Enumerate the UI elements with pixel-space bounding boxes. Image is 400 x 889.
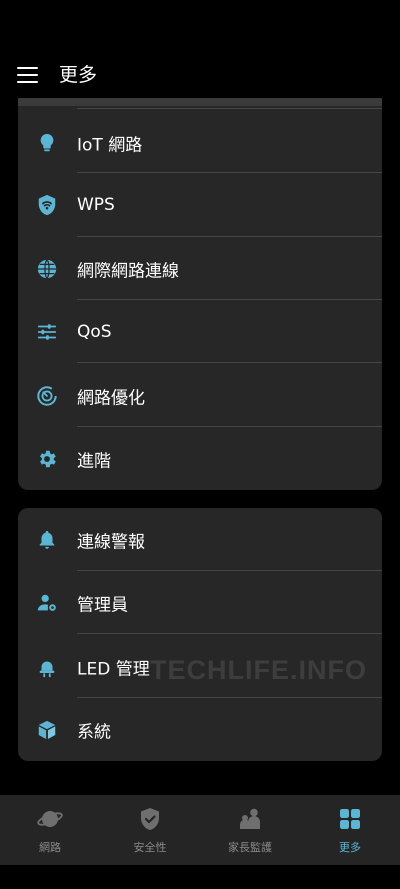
page-title: 更多 xyxy=(59,64,98,86)
menu-item-label: QoS xyxy=(77,321,112,342)
divider xyxy=(77,362,382,363)
bell-icon xyxy=(36,529,58,551)
menu-item-label: 系統 xyxy=(77,722,111,742)
admin-user-icon xyxy=(36,592,58,614)
menu-item-advanced[interactable]: 進階 xyxy=(18,427,382,490)
menu-item-led-management[interactable]: LED 管理 xyxy=(18,635,382,698)
bottom-navigation: 網路 安全性 家長監護 更多 xyxy=(0,795,400,865)
planet-icon xyxy=(37,806,63,832)
menu-item-qos[interactable]: QoS xyxy=(18,300,382,363)
menu-item-system[interactable]: 系統 xyxy=(18,698,382,761)
grid-icon xyxy=(337,806,363,832)
divider xyxy=(77,633,382,634)
menu-item-administrator[interactable]: 管理員 xyxy=(18,571,382,634)
menu-item-label: WPS xyxy=(77,194,115,215)
nav-tab-more[interactable]: 更多 xyxy=(300,795,400,865)
box-icon xyxy=(36,719,58,741)
menu-item-iot-network[interactable]: IoT 網路 xyxy=(18,111,382,174)
menu-item-connection-alerts[interactable]: 連線警報 xyxy=(18,508,382,571)
scrolled-content-edge xyxy=(18,98,382,106)
nav-tab-label: 網路 xyxy=(39,841,61,854)
settings-card-network: IoT 網路 WPS 網際網路連線 QoS 網路優化 進階 xyxy=(18,98,382,490)
shield-check-icon xyxy=(137,806,163,832)
nav-tab-network[interactable]: 網路 xyxy=(0,795,100,865)
nav-tab-label: 家長監護 xyxy=(228,841,272,854)
nav-tab-label: 安全性 xyxy=(133,841,167,854)
menu-item-label: 進階 xyxy=(77,451,111,471)
menu-icon[interactable] xyxy=(17,67,38,84)
menu-item-label: 連線警報 xyxy=(77,532,145,552)
family-icon xyxy=(237,806,263,832)
nav-tab-label: 更多 xyxy=(339,841,361,854)
led-icon xyxy=(36,656,58,678)
optimize-icon xyxy=(36,385,58,407)
menu-item-network-optimization[interactable]: 網路優化 xyxy=(18,364,382,427)
settings-card-system: 連線警報 管理員 LED 管理 系統 xyxy=(18,508,382,761)
menu-item-label: 網際網路連線 xyxy=(77,261,179,281)
menu-item-wps[interactable]: WPS xyxy=(18,173,382,236)
wps-shield-icon xyxy=(36,194,58,216)
globe-icon xyxy=(36,258,58,280)
divider xyxy=(77,108,382,109)
nav-tab-parental-controls[interactable]: 家長監護 xyxy=(200,795,300,865)
menu-item-label: LED 管理 xyxy=(77,659,150,679)
menu-item-internet-connection[interactable]: 網際網路連線 xyxy=(18,237,382,300)
nav-tab-security[interactable]: 安全性 xyxy=(100,795,200,865)
menu-item-label: 管理員 xyxy=(77,595,128,615)
menu-item-label: 網路優化 xyxy=(77,388,145,408)
menu-item-label: IoT 網路 xyxy=(77,135,143,155)
gear-icon xyxy=(36,448,58,470)
sliders-icon xyxy=(36,321,58,343)
lightbulb-icon xyxy=(36,132,58,154)
top-bar: 更多 xyxy=(0,0,400,100)
